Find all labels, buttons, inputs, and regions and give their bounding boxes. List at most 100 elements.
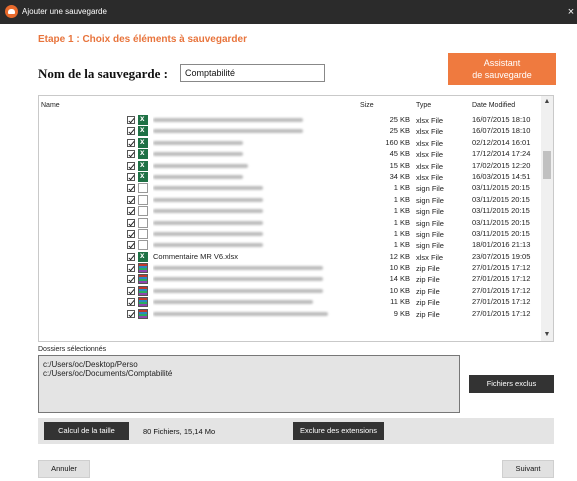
blur-bar xyxy=(153,277,323,282)
file-checkbox[interactable] xyxy=(127,116,135,124)
file-row[interactable]: 25 KB xlsx File 16/07/2015 18:10 xyxy=(39,125,542,137)
sign-file-icon xyxy=(138,183,148,194)
file-row[interactable]: 10 KB zip File 27/01/2015 17:12 xyxy=(39,285,542,296)
file-row[interactable]: Commentaire MR V6.xlsx 12 KB xlsx File 23/0… xyxy=(39,251,542,262)
file-type: xlsx File xyxy=(416,116,444,125)
file-row[interactable]: 10 KB zip File 27/01/2015 17:12 xyxy=(39,262,542,274)
file-size: 160 KB xyxy=(385,137,410,147)
file-name-redacted xyxy=(153,230,343,238)
file-row[interactable]: 1 KB sign File 03/11/2015 20:15 xyxy=(39,194,542,205)
file-checkbox[interactable] xyxy=(127,309,135,318)
file-list-header: Name Size Type Date Modified xyxy=(39,96,542,114)
file-checkbox[interactable] xyxy=(127,195,135,204)
file-row[interactable]: 9 KB zip File 27/01/2015 17:12 xyxy=(39,308,542,319)
file-checkbox[interactable] xyxy=(127,172,135,181)
exclude-extensions-button[interactable]: Exclure des extensions xyxy=(293,422,384,440)
file-checkbox[interactable] xyxy=(127,218,135,227)
file-type: sign File xyxy=(416,195,444,205)
file-type: zip File xyxy=(416,309,440,319)
blur-bar xyxy=(153,231,263,236)
next-button[interactable]: Suivant xyxy=(502,460,554,478)
file-type: xlsx File xyxy=(416,150,444,160)
file-checkbox[interactable] xyxy=(127,252,135,261)
folders-list: c:/Users/oc/Desktop/Perso c:/Users/oc/Do… xyxy=(38,355,460,413)
file-date: 27/01/2015 17:12 xyxy=(472,308,531,318)
column-header-type[interactable]: Type xyxy=(416,102,431,109)
file-checkbox[interactable] xyxy=(127,161,135,170)
file-checkbox[interactable] xyxy=(127,298,135,307)
blur-bar xyxy=(153,311,328,316)
backup-name-input[interactable] xyxy=(180,64,325,82)
file-date: 16/07/2015 18:10 xyxy=(472,115,531,124)
file-checkbox[interactable] xyxy=(127,150,135,159)
close-icon[interactable]: × xyxy=(565,6,577,18)
file-row[interactable]: 1 KB sign File 03/11/2015 20:15 xyxy=(39,228,542,239)
file-size: 11 KB xyxy=(390,297,410,307)
file-type: zip File xyxy=(416,275,440,285)
blur-bar xyxy=(153,174,243,179)
file-row[interactable]: 11 KB zip File 27/01/2015 17:12 xyxy=(39,296,542,308)
blur-bar xyxy=(153,288,323,293)
column-header-date[interactable]: Date Modified xyxy=(472,102,515,109)
calc-size-button[interactable]: Calcul de la taille xyxy=(44,422,129,440)
file-row[interactable]: 15 KB xlsx File 17/02/2015 12:20 xyxy=(39,160,542,171)
scrollbar[interactable]: ▲ ▼ xyxy=(541,96,553,341)
scroll-thumb[interactable] xyxy=(543,151,551,179)
size-summary: 80 Fichiers, 15,14 Mo xyxy=(143,427,216,436)
file-size: 15 KB xyxy=(389,160,410,170)
file-row[interactable]: 1 KB sign File 18/01/2016 21:13 xyxy=(39,239,542,251)
file-row[interactable]: 1 KB sign File 03/11/2015 20:15 xyxy=(39,217,542,228)
cancel-button[interactable]: Annuler xyxy=(38,460,90,478)
excluded-files-button[interactable]: Fichiers exclus xyxy=(469,375,554,393)
file-checkbox[interactable] xyxy=(127,286,135,295)
sign-file-icon xyxy=(138,217,148,228)
file-checkbox[interactable] xyxy=(127,127,135,136)
file-checkbox[interactable] xyxy=(127,241,135,250)
file-row[interactable]: 1 KB sign File 03/11/2015 20:15 xyxy=(39,205,542,217)
column-header-name[interactable]: Name xyxy=(41,102,60,109)
folder-path: c:/Users/oc/Desktop/Perso xyxy=(43,360,138,369)
blur-bar xyxy=(153,118,303,122)
file-type: zip File xyxy=(416,264,440,274)
file-date: 03/11/2015 20:15 xyxy=(472,228,530,238)
blur-bar xyxy=(153,243,263,248)
file-checkbox[interactable] xyxy=(127,184,135,193)
file-row[interactable]: 1 KB sign File 03/11/2015 20:15 xyxy=(39,182,542,194)
scroll-up-icon[interactable]: ▲ xyxy=(541,96,553,108)
file-date: 03/11/2015 20:15 xyxy=(472,206,530,216)
file-type: xlsx File xyxy=(416,252,444,262)
file-date: 16/03/2015 14:51 xyxy=(472,171,531,181)
folder-path: c:/Users/oc/Documents/Comptabilité xyxy=(43,369,173,378)
file-date: 03/11/2015 20:15 xyxy=(472,183,530,193)
zip-file-icon xyxy=(138,308,148,319)
file-checkbox[interactable] xyxy=(127,229,135,238)
file-date: 02/12/2014 16:01 xyxy=(472,137,531,147)
blur-bar xyxy=(153,129,303,134)
assistant-button-line2: de sauvegarde xyxy=(472,70,532,80)
file-checkbox[interactable] xyxy=(127,264,135,273)
file-list[interactable]: Name Size Type Date Modified 25 KB xlsx F… xyxy=(38,95,554,342)
file-date: 27/01/2015 17:12 xyxy=(472,285,531,295)
file-name-redacted xyxy=(153,150,343,158)
file-checkbox[interactable] xyxy=(127,207,135,216)
file-type: sign File xyxy=(416,207,444,217)
sign-file-icon xyxy=(138,206,148,217)
file-checkbox[interactable] xyxy=(127,275,135,284)
blur-bar xyxy=(153,300,313,305)
file-checkbox[interactable] xyxy=(127,138,135,147)
file-row[interactable]: 25 KB xlsx File 16/07/2015 18:10 xyxy=(39,114,542,125)
xlsx-file-icon xyxy=(138,114,148,125)
file-name-redacted xyxy=(153,310,343,318)
file-row[interactable]: 45 KB xlsx File 17/12/2014 17:24 xyxy=(39,148,542,160)
file-name-redacted xyxy=(153,196,343,204)
column-header-size[interactable]: Size xyxy=(360,102,374,109)
assistant-button[interactable]: Assistant de sauvegarde xyxy=(448,53,556,85)
backup-name-label: Nom de la sauvegarde : xyxy=(38,66,168,81)
file-row[interactable]: 14 KB zip File 27/01/2015 17:12 xyxy=(39,273,542,285)
file-name-redacted xyxy=(153,127,343,135)
file-type: xlsx File xyxy=(416,161,444,171)
file-row[interactable]: 160 KB xlsx File 02/12/2014 16:01 xyxy=(39,137,542,148)
scroll-down-icon[interactable]: ▼ xyxy=(541,329,553,341)
file-row[interactable]: 34 KB xlsx File 16/03/2015 14:51 xyxy=(39,171,542,182)
file-size: 1 KB xyxy=(393,183,410,193)
